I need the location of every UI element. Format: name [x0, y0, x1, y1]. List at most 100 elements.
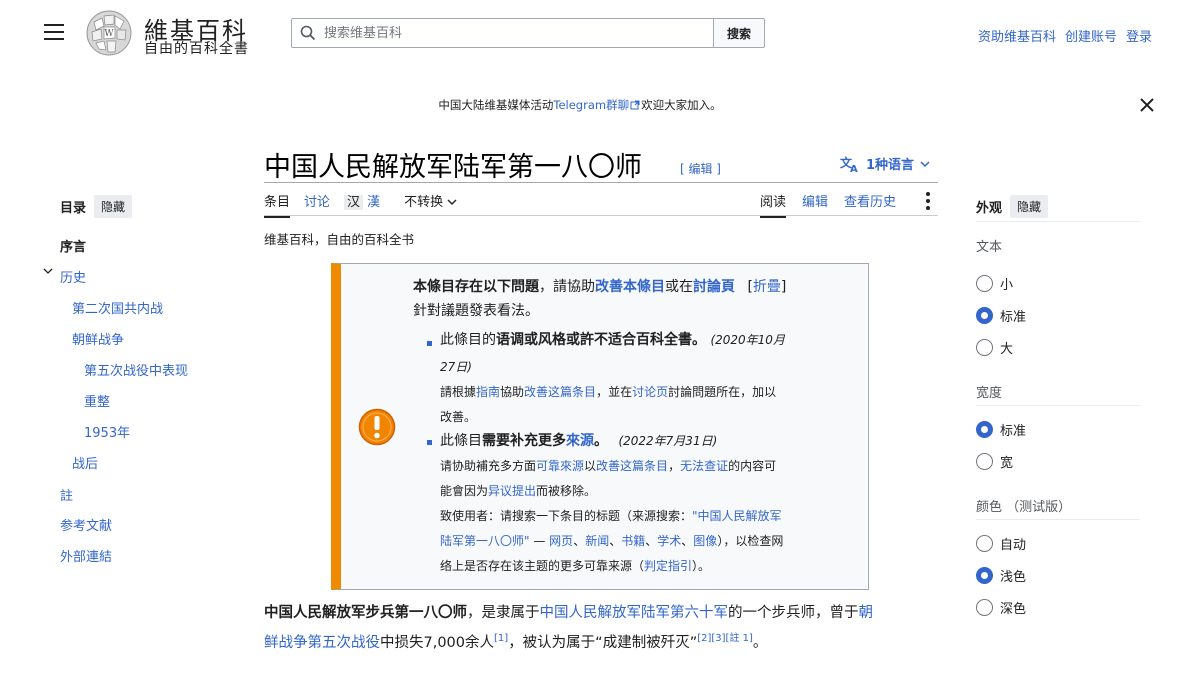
tab-history[interactable]: 查看历史 [844, 191, 896, 218]
toc-item-postwar[interactable]: 战后 [72, 453, 98, 472]
radio-button[interactable] [976, 599, 993, 616]
close-banner-icon[interactable] [1137, 95, 1157, 115]
battle-link[interactable]: 朝 [859, 605, 874, 621]
battle-link[interactable]: 鲜战争第五次战役 [264, 635, 380, 651]
variant-switch[interactable]: 汉漢 [344, 191, 380, 218]
reliable-sources-link[interactable]: 可靠來源 [536, 459, 584, 473]
radio-label: 自动 [1000, 538, 1027, 553]
toc-item-history[interactable]: 历史 [60, 267, 86, 286]
radio-label: 浅色 [1000, 570, 1027, 585]
appearance-hide-button[interactable]: 隐藏 [1010, 195, 1049, 218]
notice-text: ，請協助 [539, 279, 595, 295]
width-label: 宽度 [976, 386, 1003, 401]
color-auto[interactable]: 自动 [976, 534, 1026, 553]
translate-icon: 文 A [840, 155, 858, 173]
search-books-link[interactable]: 书籍 [621, 534, 645, 548]
sources-link[interactable]: 來源 [566, 433, 594, 449]
variant-dropdown[interactable]: 不转换 [404, 191, 457, 218]
collapse-link[interactable]: 折疊 [753, 279, 781, 295]
issue-date: (2020年10月 [710, 333, 785, 347]
parent-army-link[interactable]: 中国人民解放军陆军第六十军 [540, 605, 729, 621]
guideline-link[interactable]: 判定指引 [644, 559, 692, 573]
tab-talk[interactable]: 讨论 [304, 191, 330, 218]
create-account-link[interactable]: 创建账号 [1065, 26, 1117, 45]
issue-sources: 此條目需要补充更多來源。 (2022年7月31日) [440, 430, 860, 452]
donate-link[interactable]: 资助维基百科 [978, 26, 1056, 45]
verifiability-link[interactable]: 无法查证 [680, 459, 728, 473]
radio-button[interactable] [976, 535, 993, 552]
width-standard[interactable]: 标准 [976, 420, 1026, 439]
radio-label: 深色 [1000, 602, 1027, 617]
text-size-standard[interactable]: 标准 [976, 306, 1026, 325]
telegram-link[interactable]: Telegram群聊 [553, 98, 641, 112]
toc-hide-button[interactable]: 隐藏 [94, 195, 133, 218]
source-search-link[interactable]: 陆军第一八〇师" [440, 534, 530, 548]
notice-text: 或在 [665, 279, 693, 295]
issue-sources-detail: 请协助補充多方面可靠來源以改善这篇条目，无法查证的内容可 能會因为异议提出而被移… [440, 459, 784, 573]
detail-text: 而被移除。 [536, 484, 597, 498]
toc-item-references[interactable]: 参考文献 [60, 515, 112, 534]
color-dark[interactable]: 深色 [976, 598, 1026, 617]
toc-item-fifth-campaign[interactable]: 第五次战役中表现 [84, 360, 188, 379]
main-menu-button[interactable] [44, 24, 64, 40]
search-scholar-link[interactable]: 学术 [657, 534, 681, 548]
text-size-small[interactable]: 小 [976, 274, 1013, 293]
tab-read[interactable]: 阅读 [760, 191, 787, 218]
citation-link[interactable]: [2][3][註 1] [697, 633, 753, 644]
warning-icon [358, 408, 396, 446]
toc-item-1953[interactable]: 1953年 [84, 422, 130, 441]
body-text: 的一个步兵师，曾于 [728, 605, 859, 621]
radio-button[interactable] [976, 275, 993, 292]
source-search-link[interactable]: "中国人民解放军 [692, 509, 782, 523]
body-text: ，被认为属于“成建制被歼灭” [508, 634, 698, 651]
title-edit-link[interactable]: [ 编辑 ] [680, 160, 721, 177]
improve-link[interactable]: 改善这篇条目 [524, 385, 596, 399]
width-wide[interactable]: 宽 [976, 452, 1013, 471]
variant-dropdown-label: 不转换 [404, 195, 444, 210]
issue-text: 此條目 [440, 433, 482, 449]
search-button[interactable]: 搜索 [713, 18, 765, 48]
radio-button-selected[interactable] [976, 567, 993, 584]
toc-item-civil-war[interactable]: 第二次国共内战 [72, 298, 163, 317]
search-field[interactable] [291, 18, 714, 48]
toc-item-intro[interactable]: 序言 [60, 236, 86, 255]
chevron-down-icon [447, 199, 457, 205]
tab-edit[interactable]: 编辑 [802, 191, 828, 218]
site-subtitle: 维基百科，自由的百科全书 [264, 232, 415, 247]
text-size-large[interactable]: 大 [976, 338, 1013, 357]
login-link[interactable]: 登录 [1126, 26, 1152, 45]
toc-item-notes[interactable]: 註 [60, 485, 73, 504]
more-actions-icon[interactable] [926, 192, 930, 213]
improve-link[interactable]: 改善这篇条目 [596, 459, 668, 473]
issue-bold: 需要补充更多 [482, 433, 566, 449]
search-web-link[interactable]: 网页 [549, 534, 573, 548]
challenge-link[interactable]: 异议提出 [488, 484, 536, 498]
issue-bold: 。 [594, 433, 608, 449]
search-icon [300, 25, 316, 41]
radio-button-selected[interactable] [976, 307, 993, 324]
toc-item-external-links[interactable]: 外部連結 [60, 546, 112, 565]
toc-item-korean-war[interactable]: 朝鲜战争 [72, 329, 124, 348]
search-images-link[interactable]: 图像 [693, 534, 717, 548]
radio-button[interactable] [976, 453, 993, 470]
guide-link[interactable]: 指南 [476, 385, 500, 399]
search-news-link[interactable]: 新闻 [585, 534, 609, 548]
toc-item-reorganize[interactable]: 重整 [84, 391, 110, 410]
language-button[interactable]: 文 A 1种语言 [840, 154, 930, 173]
search-input[interactable] [324, 25, 684, 41]
radio-button[interactable] [976, 339, 993, 356]
notice-heading: 本條目存在以下問題，請協助改善本條目或在討論頁 [折疊] 針對議題發表看法。 [413, 279, 787, 319]
talk-page-link[interactable]: 討論頁 [693, 279, 735, 295]
notice-text: 針對議題發表看法。 [413, 303, 539, 319]
talk-link[interactable]: 讨论页 [632, 385, 668, 399]
svg-text:W: W [104, 29, 114, 39]
variant-hans[interactable]: 汉 [344, 195, 364, 210]
color-light[interactable]: 浅色 [976, 566, 1026, 585]
citation-link[interactable]: [1] [494, 633, 508, 644]
tab-article[interactable]: 条目 [264, 191, 291, 218]
chevron-down-icon[interactable] [43, 267, 53, 275]
radio-button-selected[interactable] [976, 421, 993, 438]
improve-article-link[interactable]: 改善本條目 [595, 279, 665, 295]
wikipedia-globe-logo[interactable]: W [84, 8, 134, 58]
variant-hant[interactable]: 漢 [367, 195, 380, 210]
